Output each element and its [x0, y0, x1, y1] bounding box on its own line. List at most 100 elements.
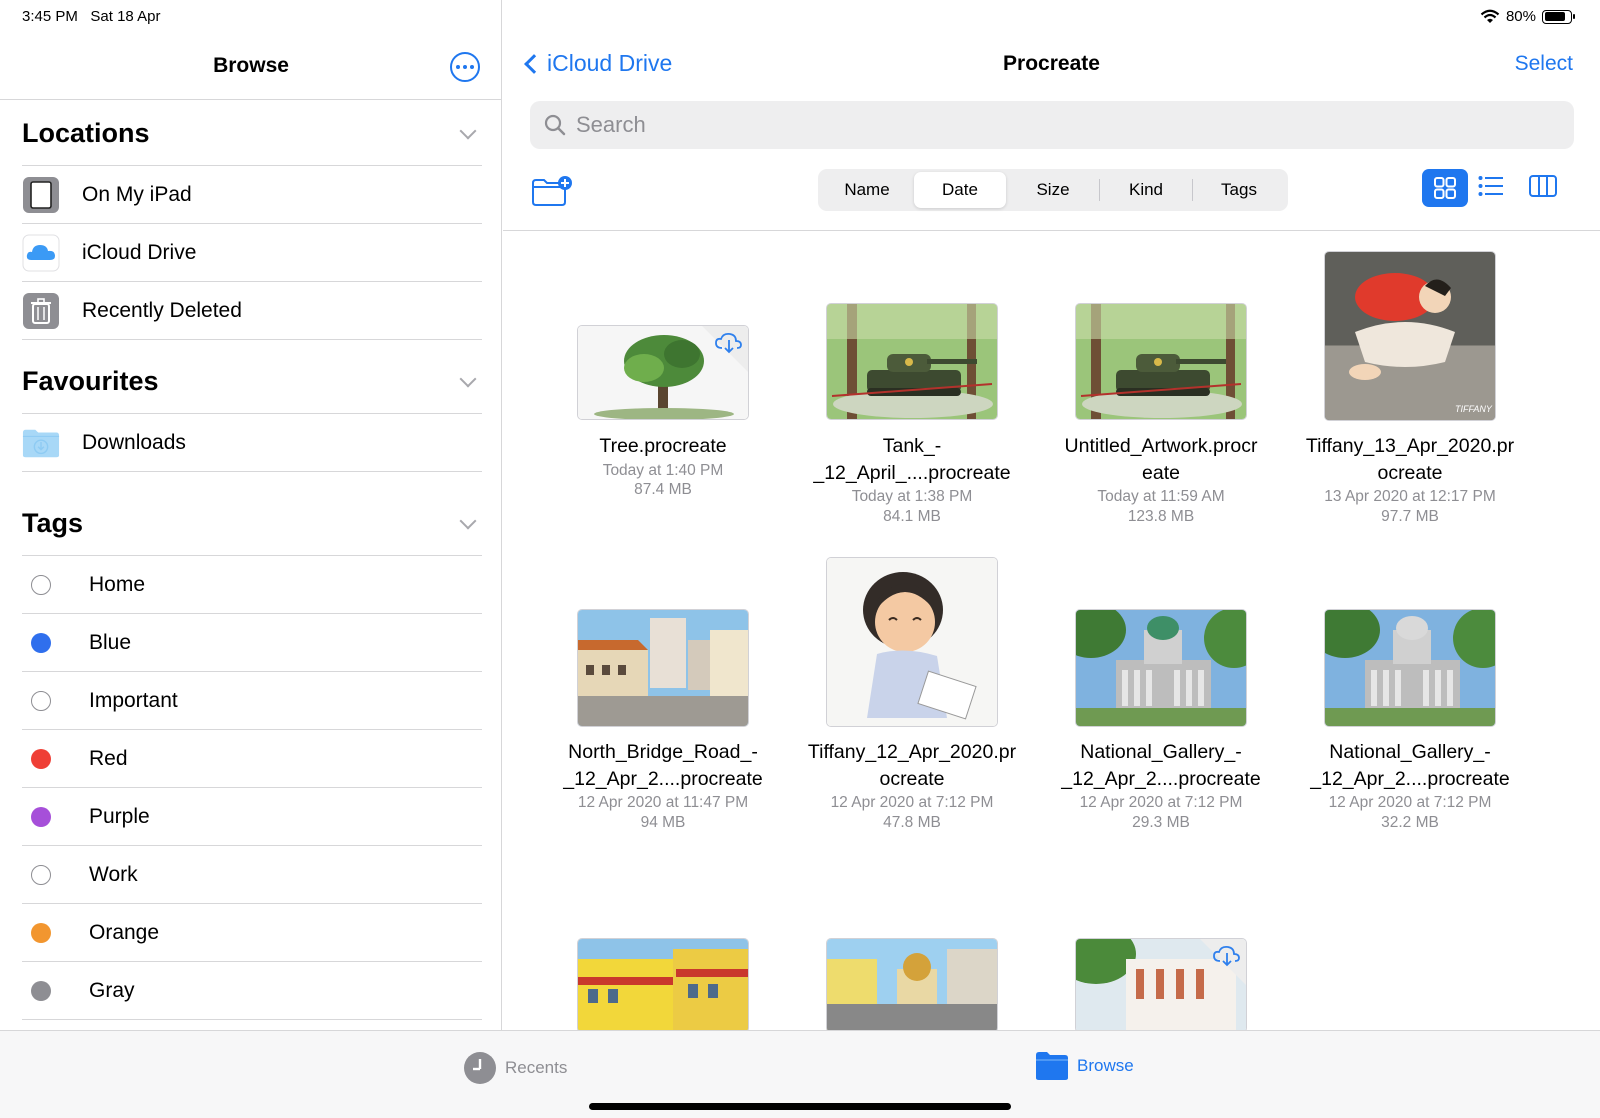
file-date: 12 Apr 2020 at 7:12 PM [1079, 794, 1243, 811]
tag-color-dot-icon [31, 748, 51, 769]
file-name: Tank_- _12_April_....procreate [792, 433, 1032, 486]
sort-option-size[interactable]: Size [1007, 172, 1099, 208]
sidebar-item-tag-purple[interactable]: Purple [22, 788, 482, 846]
sidebar-item-recently-deleted[interactable]: Recently Deleted [22, 282, 482, 340]
file-thumbnail[interactable] [1324, 609, 1496, 727]
file-name-line: _12_April_....procreate [813, 461, 1011, 484]
clock-icon [464, 1052, 496, 1084]
file-thumbnail[interactable] [1075, 609, 1247, 727]
new-folder-icon[interactable] [531, 175, 573, 207]
search-input[interactable] [576, 112, 1476, 138]
file-size: 87.4 MB [634, 481, 692, 498]
sidebar-item-tag-gray[interactable]: Gray [22, 962, 482, 1020]
folder-icon [1036, 1052, 1068, 1080]
cloud-download-icon[interactable] [702, 326, 748, 372]
search-icon [544, 114, 566, 136]
file-name-line: National_Gallery_- [1329, 741, 1491, 763]
file-name-line: _12_Apr_2....procreate [563, 767, 763, 790]
chevron-down-icon[interactable] [459, 122, 477, 139]
file-date: Today at 1:38 PM [851, 488, 973, 505]
sidebar-item-label: Home [89, 572, 146, 596]
sidebar-item-downloads[interactable]: Downloads [22, 414, 482, 472]
sort-option-date[interactable]: Date [914, 172, 1006, 208]
select-button[interactable]: Select [1515, 52, 1573, 76]
file-thumbnail[interactable] [826, 557, 998, 727]
tag-color-dot-icon [31, 806, 51, 827]
sort-option-kind[interactable]: Kind [1100, 172, 1192, 208]
sidebar-item-on-my-ipad[interactable]: On My iPad [22, 166, 482, 224]
file-size: 32.2 MB [1381, 813, 1439, 831]
sort-option-tags[interactable]: Tags [1193, 172, 1285, 208]
file-name: Untitled_Artwork.procr eate [1041, 433, 1281, 486]
file-name-line: Tree.procreate [599, 435, 727, 457]
file-thumbnail[interactable] [1075, 303, 1247, 420]
file-name-line: ocreate [1377, 461, 1443, 484]
column-view-icon[interactable] [1529, 175, 1557, 197]
tags-header[interactable]: Tags [22, 492, 482, 556]
tab-browse[interactable]: Browse [1035, 1051, 1134, 1081]
sort-segmented-control: Name Date Size Kind Tags [818, 169, 1288, 211]
file-name: North_Bridge_Road_- _12_Apr_2....procreat… [543, 739, 783, 792]
home-indicator[interactable] [589, 1103, 1011, 1110]
file-thumbnail[interactable] [577, 938, 749, 1033]
search-bar[interactable] [530, 101, 1574, 149]
sidebar-item-label: Purple [89, 804, 150, 828]
file-date: 13 Apr 2020 at 12:17 PM [1324, 488, 1496, 505]
tag-color-dot-icon [31, 864, 51, 885]
tag-color-dot-icon [31, 980, 51, 1001]
sidebar-item-tag-red[interactable]: Red [22, 730, 482, 788]
sidebar-item-tag-orange[interactable]: Orange [22, 904, 482, 962]
file-thumbnail[interactable] [826, 303, 998, 420]
sidebar-title: Browse [213, 54, 289, 77]
sidebar-item-label: On My iPad [82, 182, 192, 206]
file-name-line: National_Gallery_- [1080, 741, 1242, 763]
cloud-download-icon[interactable] [1200, 939, 1246, 985]
icon-view-button[interactable] [1422, 169, 1468, 207]
file-name: National_Gallery_- _12_Apr_2....procreate [1041, 739, 1281, 792]
chevron-down-icon[interactable] [459, 370, 477, 387]
file-size: 97.7 MB [1381, 507, 1439, 525]
file-thumbnail[interactable] [1075, 938, 1247, 1033]
sidebar-item-label: Gray [89, 978, 135, 1002]
file-thumbnail[interactable]: TIFFANY [1324, 251, 1496, 421]
sidebar-item-icloud-drive[interactable]: iCloud Drive [22, 224, 482, 282]
more-options-button[interactable] [450, 52, 480, 82]
toolbar: Name Date Size Kind Tags [503, 165, 1600, 231]
sidebar-item-tag-work[interactable]: Work [22, 846, 482, 904]
file-thumbnail[interactable] [577, 325, 749, 420]
favourites-header[interactable]: Favourites [22, 350, 482, 414]
file-thumbnail[interactable] [826, 938, 998, 1033]
sidebar-item-label: Red [89, 746, 128, 770]
trash-icon [22, 292, 60, 330]
tags-title: Tags [22, 508, 84, 538]
sidebar-header: Browse [0, 40, 502, 100]
tab-recents-label: Recents [505, 1058, 568, 1077]
tag-color-dot-icon [31, 632, 51, 653]
file-size: 29.3 MB [1132, 813, 1190, 831]
file-thumbnail[interactable] [577, 609, 749, 727]
chevron-down-icon[interactable] [459, 512, 477, 529]
list-view-icon[interactable] [1478, 175, 1504, 197]
file-date: Today at 11:59 AM [1097, 488, 1225, 505]
sidebar-item-label: Work [89, 862, 138, 886]
sidebar-item-tag-important[interactable]: Important [22, 672, 482, 730]
file-name-line: _12_Apr_2....procreate [1061, 767, 1261, 790]
sidebar: Browse Locations On My iPad iCloud Drive… [0, 0, 502, 1030]
file-name-line: Tank_- [882, 435, 942, 457]
file-name-line: Tiffany_12_Apr_2020.pr [807, 741, 1017, 763]
locations-header[interactable]: Locations [22, 102, 482, 166]
tag-color-dot-icon [31, 574, 51, 595]
tab-recents[interactable]: Recents [463, 1051, 567, 1085]
sidebar-item-label: Important [89, 688, 178, 712]
file-name-line: North_Bridge_Road_- [568, 741, 758, 763]
main-content: iCloud Drive Procreate Select NameDateSi… [503, 0, 1600, 1033]
sort-option-name[interactable]: Name [821, 172, 913, 208]
file-name-line: Untitled_Artwork.procr [1064, 435, 1258, 457]
tag-color-dot-icon [31, 690, 51, 711]
favourites-section: Favourites Downloads [22, 350, 482, 472]
file-size: 84.1 MB [883, 507, 941, 525]
sidebar-item-tag-blue[interactable]: Blue [22, 614, 482, 672]
sidebar-item-tag-home[interactable]: Home [22, 556, 482, 614]
file-name: Tree.procreate [543, 433, 783, 460]
file-date: 12 Apr 2020 at 7:12 PM [1328, 794, 1492, 811]
